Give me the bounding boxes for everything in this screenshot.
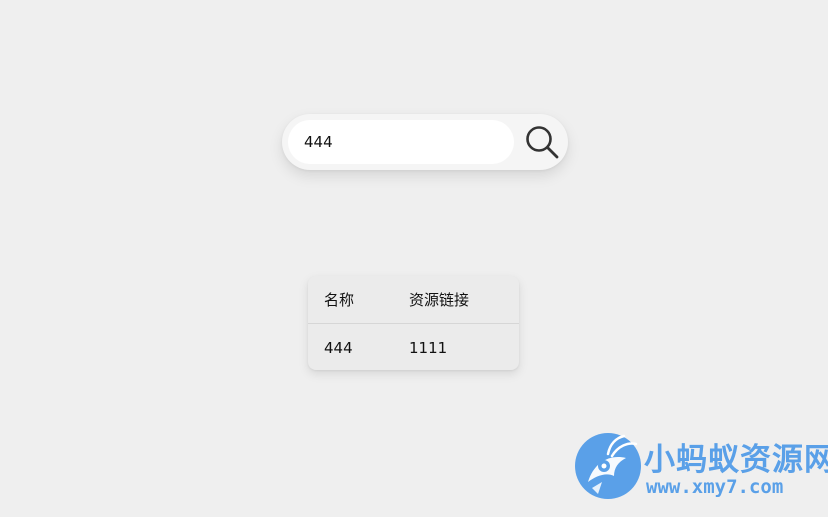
table-header-row: 名称 资源链接 — [308, 276, 519, 324]
column-header-name: 名称 — [324, 291, 355, 309]
search-bar — [282, 114, 568, 170]
watermark-url: www.xmy7.com — [646, 476, 784, 498]
watermark-logo: 小蚂蚁资源网 www.xmy7.com — [574, 430, 828, 502]
search-input[interactable] — [288, 120, 514, 164]
search-button[interactable] — [524, 124, 560, 160]
column-header-resource-link: 资源链接 — [409, 291, 470, 309]
ant-logo-icon — [575, 433, 641, 499]
table-row: 444 1111 — [308, 324, 519, 371]
cell-resource-link[interactable]: 1111 — [409, 324, 519, 371]
result-table: 名称 资源链接 444 1111 — [308, 276, 519, 370]
result-table-card: 名称 资源链接 444 1111 — [308, 276, 519, 370]
watermark-title: 小蚂蚁资源网 — [644, 442, 828, 478]
cell-name: 444 — [324, 338, 353, 357]
search-icon — [526, 126, 559, 159]
